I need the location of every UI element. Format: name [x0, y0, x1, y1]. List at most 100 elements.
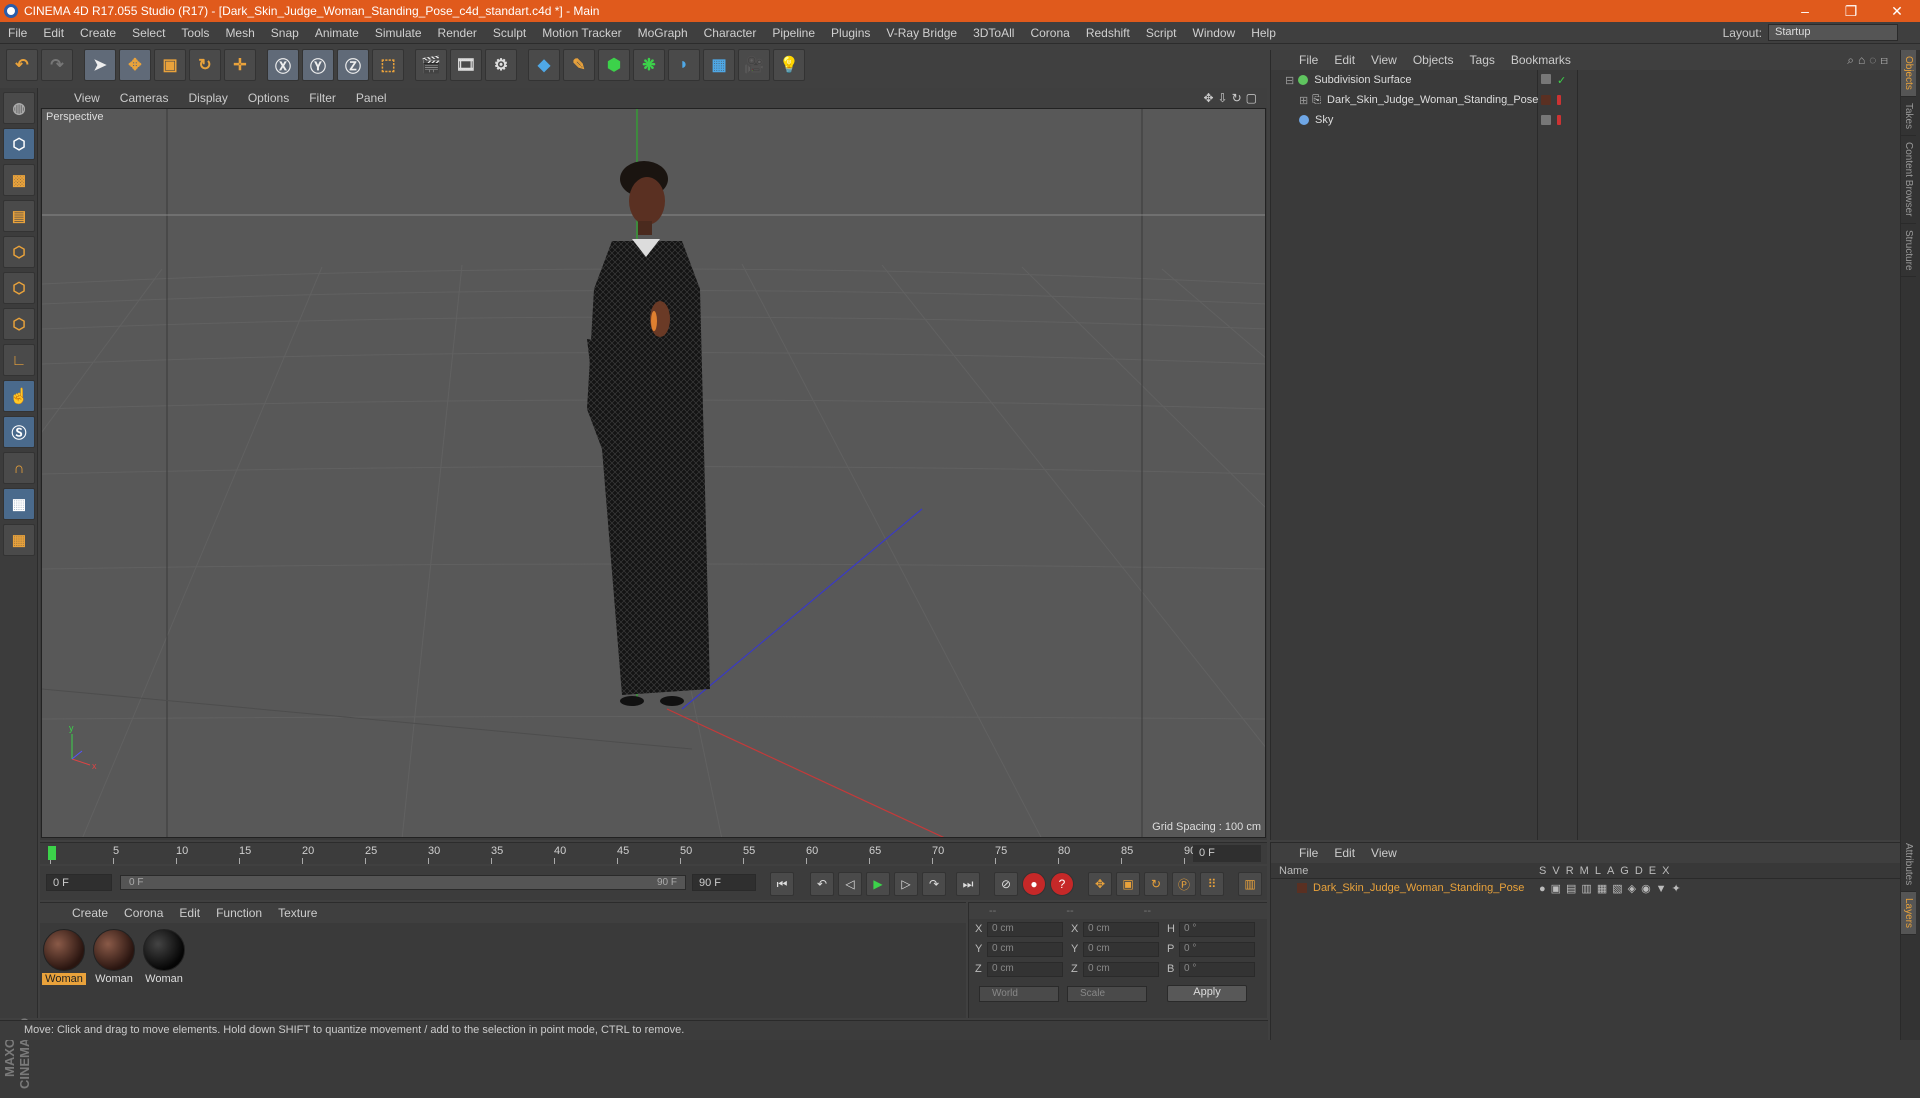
position-x-field[interactable]: 0 cm: [987, 921, 1063, 937]
layer-color-icon[interactable]: [1541, 95, 1551, 105]
select-arrow-icon[interactable]: ➤: [84, 49, 116, 81]
key-rotation-icon[interactable]: ↻: [1144, 872, 1168, 896]
material-menu-create[interactable]: Create: [64, 906, 116, 920]
key-scale-icon[interactable]: ▣: [1116, 872, 1140, 896]
light-icon[interactable]: 💡: [773, 49, 805, 81]
om-menu-objects[interactable]: Objects: [1405, 53, 1462, 67]
preview-range-slider[interactable]: 0 F 90 F: [120, 875, 686, 890]
texture-mode-icon[interactable]: ▩: [3, 164, 35, 196]
layer-menu-edit[interactable]: Edit: [1326, 846, 1363, 860]
make-editable-icon[interactable]: ◍: [3, 92, 35, 124]
coordinate-space-dropdown[interactable]: World: [979, 985, 1059, 1002]
apply-button[interactable]: Apply: [1167, 985, 1247, 1002]
material-swatch[interactable]: Woman: [92, 929, 136, 985]
menu-create[interactable]: Create: [72, 26, 124, 40]
tab-content-browser[interactable]: Content Browser: [1901, 136, 1916, 224]
layout-dropdown[interactable]: Startup: [1768, 24, 1898, 41]
menu-render[interactable]: Render: [430, 26, 485, 40]
next-frame-icon[interactable]: ▷: [894, 872, 918, 896]
y-axis-lock-icon[interactable]: Ⓨ: [302, 49, 334, 81]
subdivision-generator-icon[interactable]: ⬢: [598, 49, 630, 81]
layer-menu-file[interactable]: File: [1291, 846, 1326, 860]
menu-mesh[interactable]: Mesh: [217, 26, 262, 40]
object-row-judge-woman[interactable]: ⊞ ⎘ Dark_Skin_Judge_Woman_Standing_Pose: [1271, 90, 1900, 110]
om-menu-file[interactable]: File: [1291, 53, 1326, 67]
material-menu-corona[interactable]: Corona: [116, 906, 171, 920]
viewport-menu-panel[interactable]: Panel: [346, 91, 397, 105]
position-z-field[interactable]: 0 cm: [987, 961, 1063, 977]
scale-tool-icon[interactable]: ▣: [154, 49, 186, 81]
layer-col-animation[interactable]: A: [1607, 865, 1614, 877]
layer-col-manager[interactable]: M: [1580, 865, 1589, 877]
workplane-icon[interactable]: ▤: [3, 200, 35, 232]
record-active-icon[interactable]: ●: [1022, 872, 1046, 896]
tab-layers[interactable]: Layers: [1901, 892, 1916, 936]
model-mode-icon[interactable]: ⬡: [3, 128, 35, 160]
object-row-sky[interactable]: Sky: [1271, 110, 1900, 130]
layer-col-xref[interactable]: X: [1662, 865, 1669, 877]
key-parameter-icon[interactable]: Ⓟ: [1172, 872, 1196, 896]
menu-character[interactable]: Character: [696, 26, 765, 40]
visibility-dots-icon[interactable]: [1557, 115, 1561, 125]
redo-icon[interactable]: ↷: [41, 49, 73, 81]
enabled-check-icon[interactable]: ✓: [1557, 74, 1566, 87]
timeline-window-icon[interactable]: ▥: [1238, 872, 1262, 896]
key-pla-icon[interactable]: ⠿: [1200, 872, 1224, 896]
previous-key-icon[interactable]: ↶: [810, 872, 834, 896]
om-menu-edit[interactable]: Edit: [1326, 53, 1363, 67]
menu-redshift[interactable]: Redshift: [1078, 26, 1138, 40]
layer-col-render[interactable]: R: [1566, 865, 1574, 877]
menu-file[interactable]: File: [0, 26, 35, 40]
size-y-field[interactable]: 0 cm: [1083, 941, 1159, 957]
rotate-tool-icon[interactable]: ↻: [189, 49, 221, 81]
editor-visibility-icon[interactable]: [1541, 115, 1551, 125]
edges-mode-icon[interactable]: ⬡: [3, 272, 35, 304]
play-icon[interactable]: ▶: [866, 872, 890, 896]
minimize-button[interactable]: –: [1782, 0, 1828, 22]
layer-col-solo[interactable]: S: [1539, 865, 1546, 877]
viewport-menu-view[interactable]: View: [64, 91, 110, 105]
solo-mode-icon[interactable]: Ⓢ: [3, 416, 35, 448]
current-frame-field[interactable]: 0 F: [1193, 845, 1261, 862]
menu-pipeline[interactable]: Pipeline: [764, 26, 823, 40]
tweak-mode-icon[interactable]: ☝: [3, 380, 35, 412]
material-swatch[interactable]: Woman: [142, 929, 186, 985]
om-menu-view[interactable]: View: [1363, 53, 1405, 67]
autokey-icon[interactable]: ?: [1050, 872, 1074, 896]
viewport-menu-cameras[interactable]: Cameras: [110, 91, 179, 105]
layer-row[interactable]: Dark_Skin_Judge_Woman_Standing_Pose ●▣▤▥…: [1271, 879, 1900, 897]
deformer-icon[interactable]: ◗: [668, 49, 700, 81]
editor-visibility-icon[interactable]: [1541, 73, 1551, 84]
menu-snap[interactable]: Snap: [263, 26, 307, 40]
camera-icon[interactable]: 🎥: [738, 49, 770, 81]
layer-menu-view[interactable]: View: [1363, 846, 1405, 860]
go-to-start-icon[interactable]: ⏮: [770, 872, 794, 896]
live-selection-icon[interactable]: ✛: [224, 49, 256, 81]
menu-select[interactable]: Select: [124, 26, 173, 40]
start-frame-field[interactable]: 0 F: [46, 874, 112, 891]
tab-objects[interactable]: Objects: [1901, 50, 1916, 97]
coordinate-system-icon[interactable]: ⬚: [372, 49, 404, 81]
menu-window[interactable]: Window: [1185, 26, 1244, 40]
snap-magnet-icon[interactable]: ∩: [3, 452, 35, 484]
tab-structure[interactable]: Structure: [1901, 224, 1916, 278]
size-x-field[interactable]: 0 cm: [1083, 921, 1159, 937]
viewport-nav-icons[interactable]: ✥⇩↻▢: [1203, 91, 1261, 105]
layer-col-locked[interactable]: L: [1595, 865, 1601, 877]
rotation-p-field[interactable]: 0 °: [1179, 941, 1255, 957]
record-keys-icon[interactable]: ⊘: [994, 872, 1018, 896]
om-search-home-icons[interactable]: ⌕⌂◌⊟: [1847, 53, 1892, 68]
pen-spline-icon[interactable]: ✎: [563, 49, 595, 81]
end-frame-field[interactable]: 90 F: [692, 874, 756, 891]
next-key-icon[interactable]: ↷: [922, 872, 946, 896]
viewport-menu-filter[interactable]: Filter: [299, 91, 346, 105]
layer-col-expressions[interactable]: E: [1649, 865, 1656, 877]
timeline-ruler[interactable]: 0 5 10 15 20 25 30 35 40 45 50 55 60 65 …: [40, 842, 1267, 864]
size-mode-dropdown[interactable]: Scale: [1067, 985, 1147, 1002]
x-axis-lock-icon[interactable]: Ⓧ: [267, 49, 299, 81]
render-picture-viewer-icon[interactable]: 🎞: [450, 49, 482, 81]
rotation-b-field[interactable]: 0 °: [1179, 961, 1255, 977]
perspective-viewport[interactable]: y x Perspective Grid Spacing : 100 cm: [41, 108, 1266, 838]
z-axis-lock-icon[interactable]: Ⓩ: [337, 49, 369, 81]
menu-corona[interactable]: Corona: [1022, 26, 1077, 40]
